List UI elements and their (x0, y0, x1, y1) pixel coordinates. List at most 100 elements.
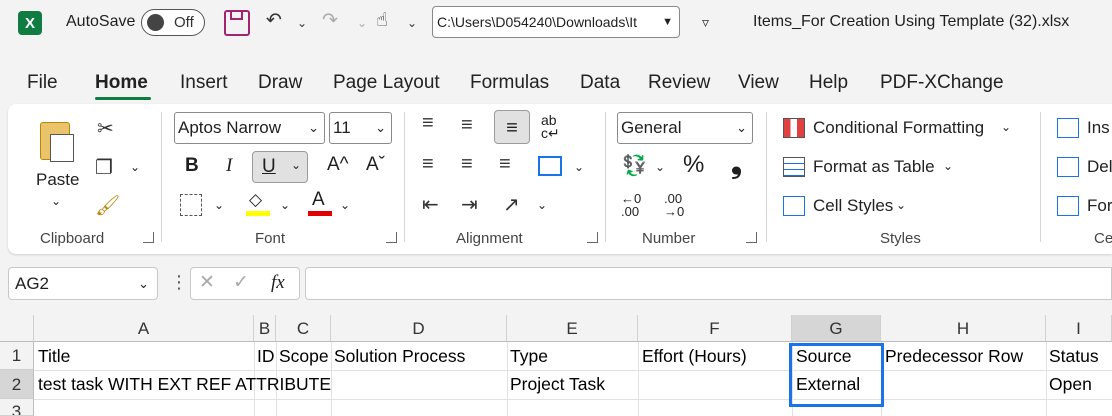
fill-color-icon[interactable]: ◇ (246, 190, 270, 216)
orientation-icon[interactable]: ↗ (503, 192, 520, 217)
cancel-icon[interactable]: ✕ (199, 271, 215, 294)
touch-dropdown-icon[interactable]: ⌄ (407, 16, 417, 30)
merge-dropdown-icon[interactable]: ⌄ (574, 160, 584, 174)
shrink-font-button[interactable]: Aˇ (366, 154, 385, 176)
column-header[interactable]: A (34, 315, 254, 342)
format-cells-button[interactable]: For (1087, 196, 1112, 216)
accounting-format-icon[interactable]: 💱 (622, 153, 647, 178)
more-options-icon[interactable]: ⋮ (170, 272, 188, 293)
insert-cells-button[interactable]: Ins (1087, 118, 1110, 138)
tab-data[interactable]: Data (580, 72, 620, 94)
file-path-box[interactable]: C:\Users\D054240\Downloads\It ▼ (432, 6, 680, 38)
insert-cells-icon[interactable] (1057, 118, 1079, 138)
redo-icon[interactable]: ↷ (322, 9, 338, 32)
bold-button[interactable]: B (185, 155, 199, 177)
undo-icon[interactable]: ↶ (266, 9, 282, 32)
name-box[interactable]: AG2 ⌄ (8, 267, 158, 300)
borders-icon[interactable] (180, 194, 202, 216)
align-center-icon[interactable]: ≡ (461, 153, 473, 176)
tab-file[interactable]: File (27, 72, 58, 94)
column-header[interactable]: F (638, 315, 792, 342)
tab-formulas[interactable]: Formulas (470, 72, 549, 94)
underline-button-wrap[interactable]: U ⌄ (252, 151, 308, 183)
paste-dropdown-icon[interactable]: ⌄ (51, 194, 61, 208)
align-middle-icon[interactable]: ≡ (461, 114, 473, 137)
formula-input[interactable] (305, 267, 1112, 300)
cell-styles-button[interactable]: Cell Styles (813, 196, 893, 216)
decrease-decimal-icon[interactable]: .00 →0 (664, 192, 684, 218)
column-header[interactable]: H (881, 315, 1046, 342)
paste-icon[interactable] (36, 118, 80, 164)
column-header[interactable]: I (1046, 315, 1112, 342)
increase-indent-icon[interactable]: ⇥ (461, 192, 478, 217)
copy-dropdown-icon[interactable]: ⌄ (130, 160, 140, 174)
touch-mode-icon[interactable]: ☝ (376, 9, 388, 32)
autosave-toggle[interactable]: Off (141, 9, 205, 36)
column-header[interactable]: B (254, 315, 276, 342)
number-launcher-icon[interactable] (746, 232, 757, 243)
tab-draw[interactable]: Draw (258, 72, 302, 94)
undo-dropdown-icon[interactable]: ⌄ (297, 16, 307, 30)
cell-b1[interactable]: ID (257, 342, 275, 370)
wrap-orientation-icon[interactable]: ab c↵ (541, 113, 560, 140)
paste-button[interactable]: Paste (36, 170, 79, 190)
cell-i1[interactable]: Status (1049, 342, 1099, 370)
cut-icon[interactable]: ✂ (97, 116, 114, 141)
decrease-indent-icon[interactable]: ⇤ (422, 192, 439, 217)
font-color-icon[interactable]: A (308, 189, 332, 216)
enter-icon[interactable]: ✓ (233, 271, 249, 294)
cell-f1[interactable]: Effort (Hours) (642, 342, 747, 370)
row-header[interactable]: 1 (0, 342, 34, 370)
align-top-icon[interactable]: ≡ (422, 112, 434, 135)
tab-page-layout[interactable]: Page Layout (333, 72, 440, 94)
delete-cells-icon[interactable] (1057, 157, 1079, 177)
chevron-down-icon[interactable]: ⌄ (1001, 120, 1011, 134)
copy-icon[interactable]: ❐ (95, 155, 113, 180)
alignment-launcher-icon[interactable] (587, 232, 598, 243)
accounting-dropdown-icon[interactable]: ⌄ (655, 160, 665, 174)
cell-a2[interactable]: test task WITH EXT REF ATTRIBUTE (38, 370, 331, 398)
conditional-formatting-button[interactable]: Conditional Formatting (813, 118, 984, 138)
orientation-dropdown-icon[interactable]: ⌄ (537, 198, 547, 212)
merge-center-icon[interactable] (538, 156, 562, 176)
number-format-select[interactable]: General ⌄ (617, 112, 753, 144)
tab-pdf-xchange[interactable]: PDF-XChange (880, 72, 1004, 94)
cell-a1[interactable]: Title (38, 342, 70, 370)
delete-cells-button[interactable]: Del (1087, 157, 1112, 177)
tab-help[interactable]: Help (809, 72, 848, 94)
font-launcher-icon[interactable] (386, 232, 397, 243)
format-as-table-button[interactable]: Format as Table (813, 157, 935, 177)
redo-dropdown-icon[interactable]: ⌄ (357, 16, 367, 30)
cell-c1[interactable]: Scope (279, 342, 329, 370)
grow-font-button[interactable]: A^ (327, 154, 349, 176)
row-header[interactable]: 2 (0, 370, 34, 399)
fill-color-dropdown-icon[interactable]: ⌄ (280, 198, 290, 212)
customize-toolbar-icon[interactable]: ▿ (702, 14, 709, 31)
borders-dropdown-icon[interactable]: ⌄ (214, 198, 224, 212)
insert-function-icon[interactable]: fx (271, 272, 285, 294)
cell-e1[interactable]: Type (510, 342, 548, 370)
format-cells-icon[interactable] (1057, 196, 1079, 216)
column-header[interactable]: C (276, 315, 331, 342)
font-color-dropdown-icon[interactable]: ⌄ (340, 198, 350, 212)
row-header[interactable]: 3 (0, 399, 34, 416)
chevron-down-icon[interactable]: ⌄ (943, 159, 953, 173)
underline-dropdown-icon[interactable]: ⌄ (291, 158, 301, 172)
font-size-select[interactable]: 11 ⌄ (329, 112, 392, 144)
clipboard-launcher-icon[interactable] (143, 232, 154, 243)
percent-style-button[interactable]: % (683, 151, 704, 179)
align-left-icon[interactable]: ≡ (422, 153, 434, 176)
cell-i2[interactable]: Open (1049, 370, 1092, 398)
align-bottom-icon[interactable]: ≡ (494, 110, 530, 144)
cell-d1[interactable]: Solution Process (334, 342, 465, 370)
underline-button[interactable]: U (262, 156, 276, 178)
format-as-table-icon[interactable] (783, 157, 805, 177)
conditional-formatting-icon[interactable] (783, 118, 805, 138)
format-painter-icon[interactable]: 🖌 (95, 193, 120, 218)
tab-home[interactable]: Home (95, 72, 148, 94)
cell-h1[interactable]: Predecessor Row (885, 342, 1023, 370)
font-family-select[interactable]: Aptos Narrow ⌄ (174, 112, 325, 144)
increase-decimal-icon[interactable]: ←0.00 (621, 192, 641, 218)
tab-review[interactable]: Review (648, 72, 710, 94)
italic-button[interactable]: I (226, 155, 232, 177)
